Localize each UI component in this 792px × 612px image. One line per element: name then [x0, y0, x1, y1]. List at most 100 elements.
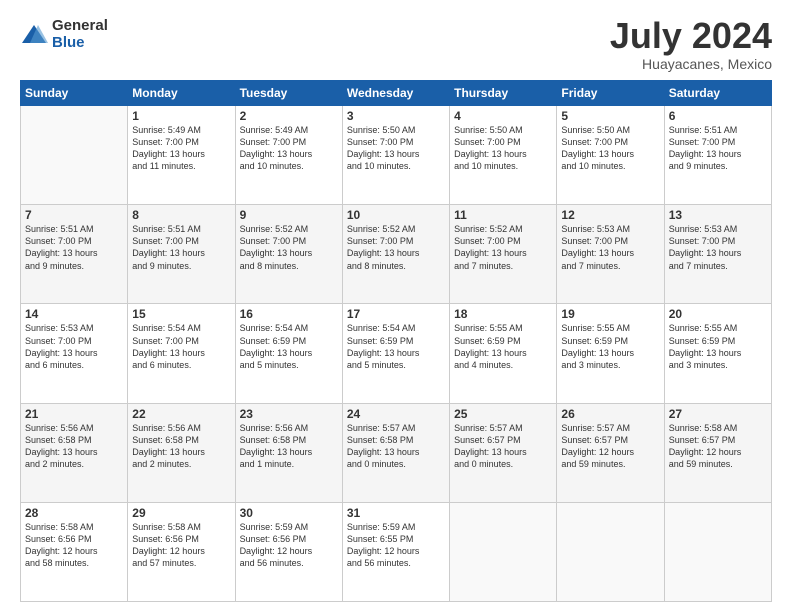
calendar-cell: 12Sunrise: 5:53 AM Sunset: 7:00 PM Dayli…	[557, 205, 664, 304]
day-number: 13	[669, 208, 767, 222]
day-number: 18	[454, 307, 552, 321]
day-header-sunday: Sunday	[21, 81, 128, 106]
calendar-cell: 26Sunrise: 5:57 AM Sunset: 6:57 PM Dayli…	[557, 403, 664, 502]
calendar-week-row: 28Sunrise: 5:58 AM Sunset: 6:56 PM Dayli…	[21, 502, 772, 601]
calendar-cell	[664, 502, 771, 601]
day-info: Sunrise: 5:58 AM Sunset: 6:57 PM Dayligh…	[669, 422, 767, 471]
day-info: Sunrise: 5:53 AM Sunset: 7:00 PM Dayligh…	[669, 223, 767, 272]
day-info: Sunrise: 5:59 AM Sunset: 6:55 PM Dayligh…	[347, 521, 445, 570]
day-number: 27	[669, 407, 767, 421]
day-number: 23	[240, 407, 338, 421]
day-number: 19	[561, 307, 659, 321]
calendar-cell: 3Sunrise: 5:50 AM Sunset: 7:00 PM Daylig…	[342, 106, 449, 205]
calendar-cell: 17Sunrise: 5:54 AM Sunset: 6:59 PM Dayli…	[342, 304, 449, 403]
calendar-cell: 9Sunrise: 5:52 AM Sunset: 7:00 PM Daylig…	[235, 205, 342, 304]
day-info: Sunrise: 5:54 AM Sunset: 6:59 PM Dayligh…	[347, 322, 445, 371]
day-info: Sunrise: 5:56 AM Sunset: 6:58 PM Dayligh…	[240, 422, 338, 471]
calendar-cell: 27Sunrise: 5:58 AM Sunset: 6:57 PM Dayli…	[664, 403, 771, 502]
calendar-cell: 21Sunrise: 5:56 AM Sunset: 6:58 PM Dayli…	[21, 403, 128, 502]
day-info: Sunrise: 5:52 AM Sunset: 7:00 PM Dayligh…	[240, 223, 338, 272]
calendar-cell: 29Sunrise: 5:58 AM Sunset: 6:56 PM Dayli…	[128, 502, 235, 601]
calendar-cell: 18Sunrise: 5:55 AM Sunset: 6:59 PM Dayli…	[450, 304, 557, 403]
day-number: 1	[132, 109, 230, 123]
day-number: 5	[561, 109, 659, 123]
logo-icon	[20, 21, 48, 49]
calendar-cell: 19Sunrise: 5:55 AM Sunset: 6:59 PM Dayli…	[557, 304, 664, 403]
day-info: Sunrise: 5:57 AM Sunset: 6:57 PM Dayligh…	[561, 422, 659, 471]
day-info: Sunrise: 5:49 AM Sunset: 7:00 PM Dayligh…	[132, 124, 230, 173]
calendar-week-row: 7Sunrise: 5:51 AM Sunset: 7:00 PM Daylig…	[21, 205, 772, 304]
calendar-week-row: 1Sunrise: 5:49 AM Sunset: 7:00 PM Daylig…	[21, 106, 772, 205]
calendar-cell: 16Sunrise: 5:54 AM Sunset: 6:59 PM Dayli…	[235, 304, 342, 403]
day-number: 29	[132, 506, 230, 520]
day-info: Sunrise: 5:53 AM Sunset: 7:00 PM Dayligh…	[561, 223, 659, 272]
calendar-cell: 30Sunrise: 5:59 AM Sunset: 6:56 PM Dayli…	[235, 502, 342, 601]
day-header-monday: Monday	[128, 81, 235, 106]
calendar-cell: 13Sunrise: 5:53 AM Sunset: 7:00 PM Dayli…	[664, 205, 771, 304]
day-number: 2	[240, 109, 338, 123]
day-number: 14	[25, 307, 123, 321]
day-info: Sunrise: 5:59 AM Sunset: 6:56 PM Dayligh…	[240, 521, 338, 570]
day-info: Sunrise: 5:55 AM Sunset: 6:59 PM Dayligh…	[454, 322, 552, 371]
day-info: Sunrise: 5:54 AM Sunset: 6:59 PM Dayligh…	[240, 322, 338, 371]
day-number: 3	[347, 109, 445, 123]
logo-blue-label: Blue	[52, 35, 108, 52]
day-number: 4	[454, 109, 552, 123]
day-info: Sunrise: 5:51 AM Sunset: 7:00 PM Dayligh…	[669, 124, 767, 173]
calendar-cell: 28Sunrise: 5:58 AM Sunset: 6:56 PM Dayli…	[21, 502, 128, 601]
calendar-cell: 31Sunrise: 5:59 AM Sunset: 6:55 PM Dayli…	[342, 502, 449, 601]
day-info: Sunrise: 5:51 AM Sunset: 7:00 PM Dayligh…	[25, 223, 123, 272]
logo: General Blue	[20, 18, 108, 51]
day-number: 31	[347, 506, 445, 520]
logo-general-label: General	[52, 18, 108, 35]
day-number: 17	[347, 307, 445, 321]
day-info: Sunrise: 5:58 AM Sunset: 6:56 PM Dayligh…	[132, 521, 230, 570]
calendar-table: SundayMondayTuesdayWednesdayThursdayFrid…	[20, 80, 772, 602]
day-info: Sunrise: 5:49 AM Sunset: 7:00 PM Dayligh…	[240, 124, 338, 173]
day-number: 26	[561, 407, 659, 421]
calendar-week-row: 21Sunrise: 5:56 AM Sunset: 6:58 PM Dayli…	[21, 403, 772, 502]
header: General Blue July 2024 Huayacanes, Mexic…	[20, 18, 772, 72]
calendar-cell: 22Sunrise: 5:56 AM Sunset: 6:58 PM Dayli…	[128, 403, 235, 502]
day-info: Sunrise: 5:52 AM Sunset: 7:00 PM Dayligh…	[347, 223, 445, 272]
day-info: Sunrise: 5:53 AM Sunset: 7:00 PM Dayligh…	[25, 322, 123, 371]
day-info: Sunrise: 5:50 AM Sunset: 7:00 PM Dayligh…	[561, 124, 659, 173]
calendar-cell: 5Sunrise: 5:50 AM Sunset: 7:00 PM Daylig…	[557, 106, 664, 205]
day-number: 22	[132, 407, 230, 421]
calendar-cell	[450, 502, 557, 601]
page: General Blue July 2024 Huayacanes, Mexic…	[0, 0, 792, 612]
day-number: 24	[347, 407, 445, 421]
month-title: July 2024	[610, 18, 772, 54]
day-number: 25	[454, 407, 552, 421]
calendar-cell	[557, 502, 664, 601]
day-number: 7	[25, 208, 123, 222]
calendar-week-row: 14Sunrise: 5:53 AM Sunset: 7:00 PM Dayli…	[21, 304, 772, 403]
day-info: Sunrise: 5:52 AM Sunset: 7:00 PM Dayligh…	[454, 223, 552, 272]
day-header-tuesday: Tuesday	[235, 81, 342, 106]
day-header-thursday: Thursday	[450, 81, 557, 106]
calendar-cell: 4Sunrise: 5:50 AM Sunset: 7:00 PM Daylig…	[450, 106, 557, 205]
day-header-saturday: Saturday	[664, 81, 771, 106]
calendar-cell: 20Sunrise: 5:55 AM Sunset: 6:59 PM Dayli…	[664, 304, 771, 403]
day-info: Sunrise: 5:58 AM Sunset: 6:56 PM Dayligh…	[25, 521, 123, 570]
day-number: 10	[347, 208, 445, 222]
day-info: Sunrise: 5:57 AM Sunset: 6:58 PM Dayligh…	[347, 422, 445, 471]
location: Huayacanes, Mexico	[610, 56, 772, 72]
day-info: Sunrise: 5:51 AM Sunset: 7:00 PM Dayligh…	[132, 223, 230, 272]
day-info: Sunrise: 5:57 AM Sunset: 6:57 PM Dayligh…	[454, 422, 552, 471]
calendar-cell: 2Sunrise: 5:49 AM Sunset: 7:00 PM Daylig…	[235, 106, 342, 205]
day-header-friday: Friday	[557, 81, 664, 106]
day-number: 9	[240, 208, 338, 222]
day-info: Sunrise: 5:56 AM Sunset: 6:58 PM Dayligh…	[25, 422, 123, 471]
day-number: 8	[132, 208, 230, 222]
logo-text: General Blue	[52, 18, 108, 51]
calendar-cell: 11Sunrise: 5:52 AM Sunset: 7:00 PM Dayli…	[450, 205, 557, 304]
calendar-cell: 10Sunrise: 5:52 AM Sunset: 7:00 PM Dayli…	[342, 205, 449, 304]
calendar-cell: 15Sunrise: 5:54 AM Sunset: 7:00 PM Dayli…	[128, 304, 235, 403]
day-info: Sunrise: 5:54 AM Sunset: 7:00 PM Dayligh…	[132, 322, 230, 371]
day-number: 6	[669, 109, 767, 123]
day-number: 12	[561, 208, 659, 222]
calendar-cell: 6Sunrise: 5:51 AM Sunset: 7:00 PM Daylig…	[664, 106, 771, 205]
day-number: 15	[132, 307, 230, 321]
day-number: 30	[240, 506, 338, 520]
